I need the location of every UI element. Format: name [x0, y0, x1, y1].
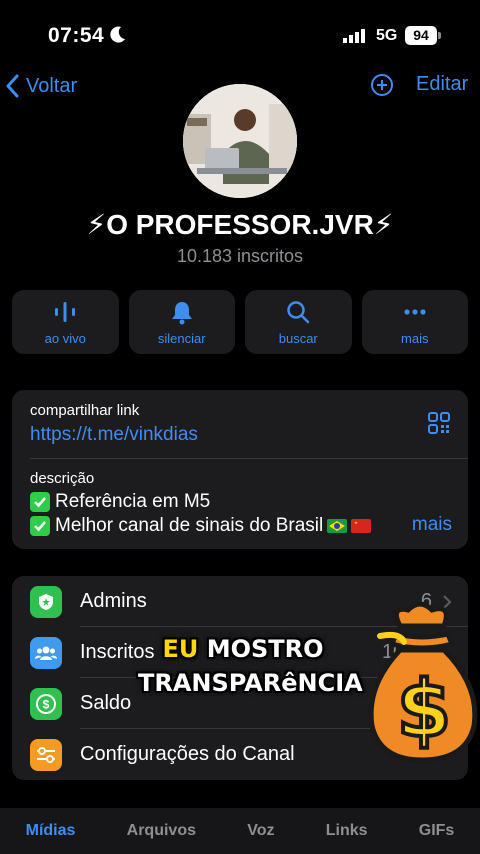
live-label: ao vivo — [44, 330, 86, 346]
share-link[interactable]: https://t.me/vinkdias — [30, 424, 198, 446]
description-line: Referência em M5 — [30, 491, 210, 513]
live-stream-icon — [55, 301, 76, 322]
add-circle-icon[interactable] — [370, 73, 394, 97]
people-icon — [30, 637, 62, 669]
money-bag-icon: $ — [368, 601, 478, 763]
tab-voz[interactable]: Voz — [247, 822, 274, 840]
row-label: Saldo — [80, 692, 132, 714]
shield-icon — [30, 586, 62, 618]
caption-text: MOSTRO — [198, 635, 324, 663]
subscriber-count: 10.183 inscritos — [176, 246, 304, 266]
mute-button[interactable]: silenciar — [128, 290, 235, 354]
check-mark-icon — [30, 492, 50, 512]
description-text: Melhor canal de sinais do Brasil — [55, 515, 324, 536]
channel-info-card: compartilhar link https://t.me/vinkdias … — [12, 390, 468, 549]
tab-gifs[interactable]: GIFs — [419, 822, 455, 840]
caption-highlight: EU — [162, 635, 199, 663]
status-time: 07:54 — [48, 24, 105, 47]
channel-name: ⚡O PROFESSOR.JVR⚡ — [86, 209, 394, 240]
video-overlay-caption: EU MOSTRO TRANSPARêNCIA — [138, 632, 363, 700]
row-label: Admins — [80, 590, 147, 612]
network-type: 5G — [376, 27, 398, 44]
description-text: Referência em M5 — [55, 491, 211, 512]
battery-tip — [438, 32, 441, 39]
bell-icon — [171, 301, 192, 324]
signal-icon — [343, 29, 365, 43]
moon-icon — [110, 26, 125, 43]
svg-text:$: $ — [397, 665, 451, 755]
svg-text:$: $ — [43, 698, 50, 712]
row-label: Configurações do Canal — [80, 743, 295, 765]
more-label: mais — [401, 330, 429, 346]
back-label: Voltar — [26, 74, 78, 97]
share-link-label: compartilhar link — [30, 402, 140, 419]
check-mark-icon — [30, 516, 50, 536]
media-tab-bar: Mídias Arquivos Voz Links GIFs — [0, 808, 480, 854]
sliders-icon — [30, 739, 62, 771]
channel-avatar[interactable] — [183, 84, 297, 198]
more-button[interactable]: mais — [361, 290, 468, 354]
tab-links[interactable]: Links — [326, 822, 368, 840]
back-button[interactable]: Voltar — [4, 70, 77, 102]
chevron-left-icon — [6, 74, 19, 98]
live-button[interactable]: ao vivo — [12, 290, 119, 354]
search-button[interactable]: buscar — [245, 290, 352, 354]
description-more-link[interactable]: mais — [412, 514, 452, 536]
mute-label: silenciar — [157, 330, 206, 346]
search-label: buscar — [278, 330, 318, 346]
more-icon — [404, 308, 426, 315]
tab-midias[interactable]: Mídias — [26, 822, 76, 840]
china-flag-icon — [351, 519, 372, 533]
action-bar: ao vivo silenciar buscar mais — [12, 290, 468, 354]
qr-code-icon[interactable] — [428, 412, 450, 434]
battery-level: 94 — [405, 26, 437, 45]
description-line: Melhor canal de sinais do Brasil — [30, 515, 372, 537]
search-icon — [287, 300, 310, 323]
divider — [30, 458, 468, 459]
status-bar: 07:54 5G 94 — [0, 0, 480, 70]
caption-text: TRANSPARêNCIA — [138, 669, 363, 697]
edit-button[interactable]: Editar — [416, 73, 468, 96]
avatar-photo — [183, 84, 297, 198]
brazil-flag-icon — [327, 519, 348, 533]
tab-arquivos[interactable]: Arquivos — [127, 822, 196, 840]
dollar-icon: $ — [30, 688, 62, 720]
description-label: descrição — [30, 470, 95, 487]
